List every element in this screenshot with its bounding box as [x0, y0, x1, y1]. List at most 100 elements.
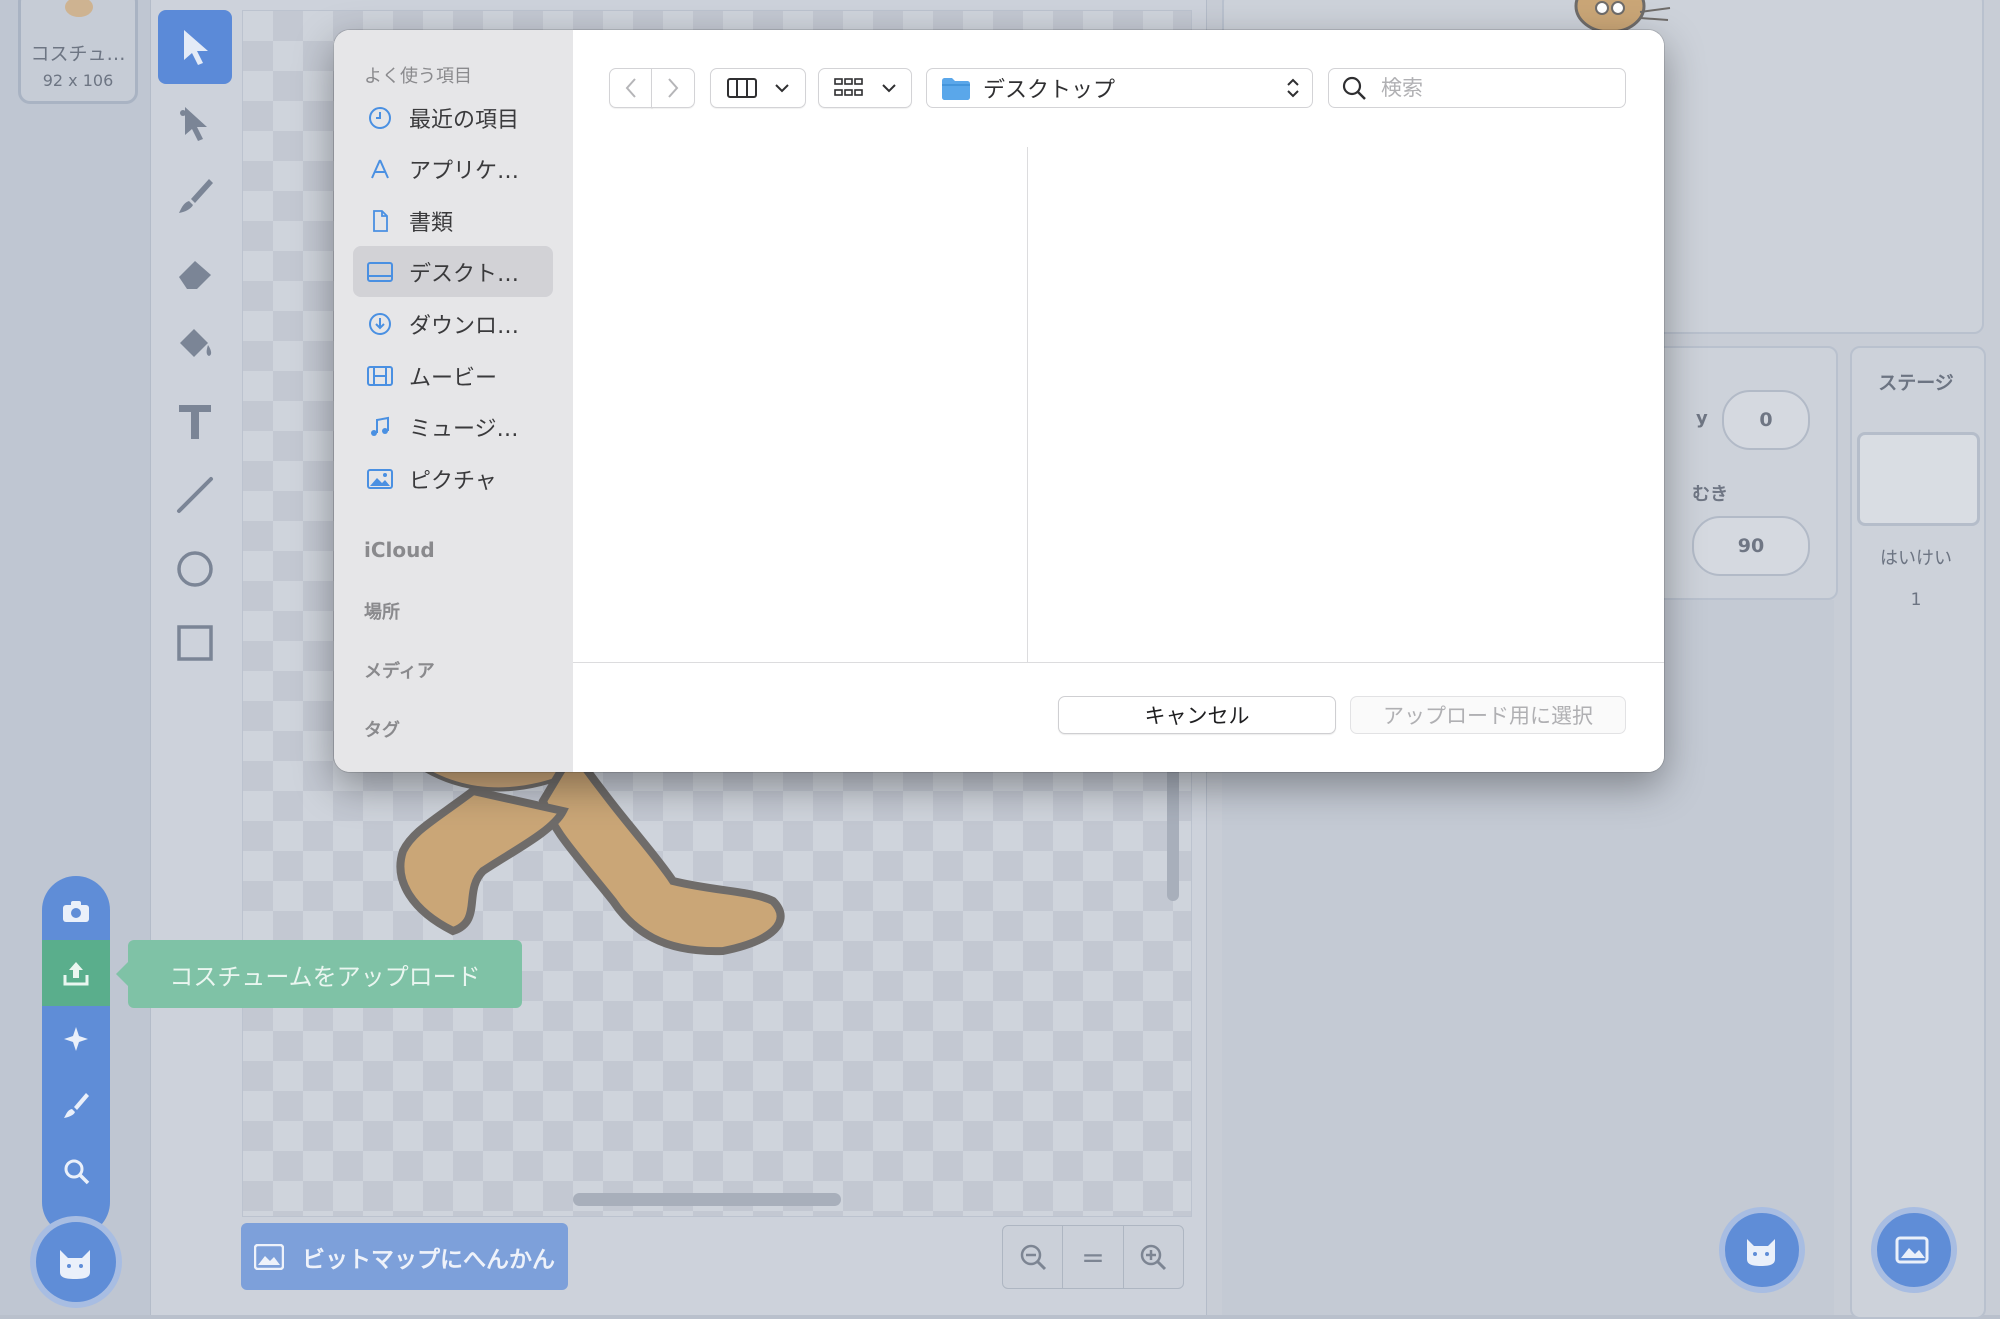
fill-tool[interactable]	[158, 308, 232, 382]
magnifier-icon	[1342, 76, 1366, 100]
costume-tile[interactable]: コスチュ… 92 x 106	[18, 0, 138, 104]
eraser-icon	[179, 261, 211, 289]
sidebar-item-label: ムービー	[409, 365, 498, 391]
sidebar-item-pictures[interactable]: ピクチャ	[353, 453, 553, 504]
select-tool[interactable]	[158, 10, 232, 84]
zoom-reset-button[interactable]: =	[1063, 1226, 1124, 1288]
dialog-sidebar: よく使う項目 最近の項目 アプリケ… 書類 デスクト… ダウンロ… ムービー ミ…	[334, 30, 574, 772]
zoom-controls: =	[1002, 1225, 1184, 1289]
file-open-dialog: よく使う項目 最近の項目 アプリケ… 書類 デスクト… ダウンロ… ムービー ミ…	[334, 30, 1664, 772]
sidebar-section-locations[interactable]: 場所	[364, 598, 400, 624]
horizontal-scrollbar[interactable]	[573, 1193, 841, 1206]
sidebar-item-label: ダウンロ…	[409, 313, 520, 339]
paint-menu-item[interactable]	[42, 1072, 110, 1138]
surprise-menu-item[interactable]	[42, 1006, 110, 1072]
add-backdrop-button[interactable]	[1871, 1207, 1957, 1293]
sidebar-item-label: ピクチャ	[409, 468, 497, 494]
sidebar-item-applications[interactable]: アプリケ…	[353, 143, 553, 194]
text-tool[interactable]	[158, 384, 232, 458]
zoom-out-icon	[1020, 1244, 1046, 1271]
zoom-reset-label: =	[1081, 1240, 1105, 1274]
sidebar-section-tags[interactable]: タグ	[364, 716, 400, 742]
line-icon	[177, 477, 213, 513]
location-popup[interactable]: デスクトップ	[926, 68, 1313, 108]
y-field[interactable]: 0	[1722, 390, 1810, 450]
favorites-heading: よく使う項目	[364, 66, 472, 87]
columns-view-icon	[727, 78, 757, 98]
costume-size: 92 x 106	[42, 71, 114, 90]
picture-icon	[367, 466, 393, 492]
paintbrush-icon	[64, 1093, 89, 1118]
sidebar-item-downloads[interactable]: ダウンロ…	[353, 298, 553, 349]
cat-thumbnail-icon	[65, 0, 93, 17]
rectangle-tool[interactable]	[158, 606, 232, 680]
sidebar-item-label: ミュージ…	[409, 416, 519, 442]
cancel-button[interactable]: キャンセル	[1058, 696, 1336, 734]
tooltip-text: コスチュームをアップロード	[169, 962, 481, 991]
image-icon	[254, 1243, 284, 1270]
view-mode-button[interactable]	[710, 68, 806, 108]
text-icon	[179, 405, 211, 439]
add-costume-button[interactable]	[30, 1216, 122, 1308]
stage-title: ステージ	[1878, 372, 1954, 394]
grid-icon	[834, 78, 863, 96]
upload-icon	[63, 962, 89, 986]
brush-tool[interactable]	[158, 158, 232, 232]
desktop-icon	[367, 259, 393, 285]
add-costume-menu	[42, 876, 110, 1236]
eraser-tool[interactable]	[158, 236, 232, 310]
zoom-out-button[interactable]	[1003, 1226, 1064, 1288]
convert-to-bitmap-label: ビットマップにへんかん	[302, 1246, 555, 1273]
updown-chevron-icon	[1287, 78, 1299, 98]
sidebar-item-label: 最近の項目	[409, 107, 520, 133]
sidebar-item-music[interactable]: ミュージ…	[353, 401, 553, 452]
group-mode-button[interactable]	[818, 68, 912, 108]
cat-plus-icon	[1747, 1239, 1775, 1266]
forward-button[interactable]	[651, 68, 695, 108]
arrow-icon	[184, 30, 208, 65]
applications-icon	[367, 156, 393, 182]
chevron-right-icon	[668, 78, 679, 98]
folder-icon	[942, 78, 970, 100]
reshape-tool[interactable]	[158, 86, 232, 160]
zoom-in-button[interactable]	[1124, 1226, 1183, 1288]
sidebar-section-icloud[interactable]: iCloud	[364, 538, 435, 562]
sidebar-item-desktop[interactable]: デスクト…	[353, 246, 553, 297]
column-divider[interactable]	[1027, 147, 1028, 662]
brush-icon	[179, 179, 213, 213]
sidebar-item-label: デスクト…	[409, 261, 520, 287]
sidebar-item-movies[interactable]: ムービー	[353, 350, 553, 401]
search-icon	[64, 1159, 90, 1185]
chevron-down-icon	[775, 84, 789, 93]
camera-menu-item[interactable]	[42, 878, 110, 944]
camera-icon	[63, 901, 89, 922]
file-browser	[573, 147, 1664, 662]
upload-costume-menu-item[interactable]	[42, 940, 110, 1006]
cat-plus-icon	[60, 1250, 90, 1279]
document-icon	[367, 208, 393, 234]
select-for-upload-button[interactable]: アップロード用に選択	[1350, 696, 1626, 734]
circle-tool[interactable]	[158, 532, 232, 606]
location-label: デスクトップ	[983, 78, 1116, 103]
chevron-down-icon	[882, 84, 896, 93]
download-icon	[367, 311, 393, 337]
clock-icon	[367, 105, 393, 131]
add-sprite-button[interactable]	[1719, 1207, 1805, 1293]
paint-bucket-icon	[180, 329, 212, 357]
convert-to-bitmap-button[interactable]: ビットマップにへんかん	[241, 1223, 568, 1290]
circle-icon	[177, 551, 213, 587]
sidebar-item-label: 書類	[409, 210, 454, 236]
search-field[interactable]	[1328, 68, 1626, 108]
sidebar-section-media[interactable]: メディア	[364, 657, 435, 683]
film-icon	[367, 363, 393, 389]
dialog-toolbar: デスクトップ	[573, 30, 1664, 148]
direction-field[interactable]: 90	[1692, 516, 1810, 576]
sidebar-item-recents[interactable]: 最近の項目	[353, 92, 553, 143]
line-tool[interactable]	[158, 458, 232, 532]
back-button[interactable]	[609, 68, 653, 108]
search-costume-menu-item[interactable]	[42, 1138, 110, 1204]
stage-thumbnail[interactable]	[1857, 432, 1980, 526]
search-input[interactable]	[1379, 75, 1603, 101]
sparkle-icon	[64, 1027, 88, 1051]
sidebar-item-documents[interactable]: 書類	[353, 195, 553, 246]
